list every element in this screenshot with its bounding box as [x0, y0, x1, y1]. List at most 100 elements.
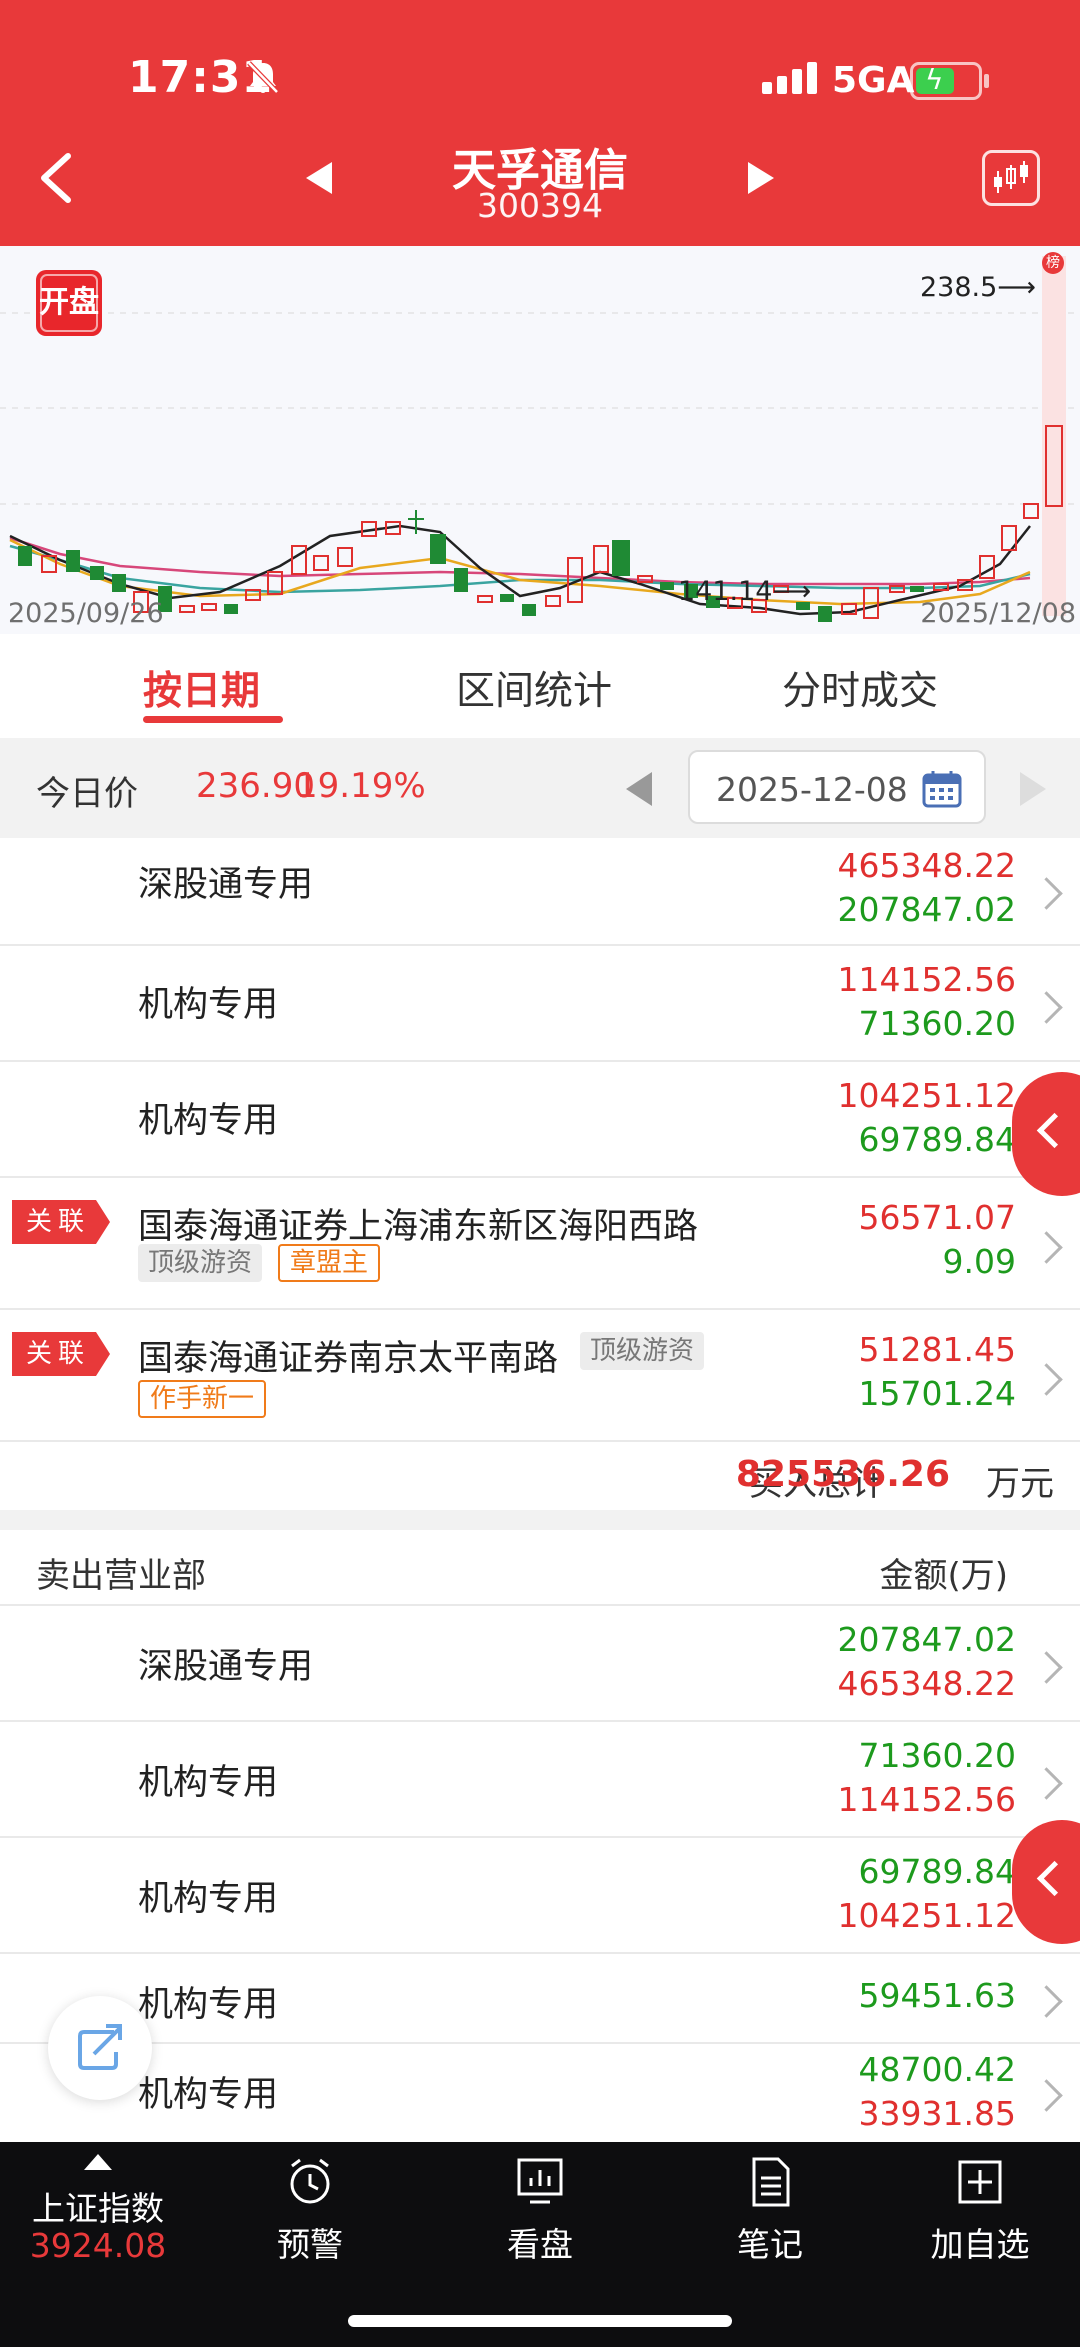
sell-amount: 104251.12: [837, 1896, 1016, 1935]
today-price-label: 今日价: [36, 774, 138, 814]
chart-start-date: 2025/09/26: [8, 598, 164, 629]
nav-label: 笔记: [737, 2225, 803, 2264]
sell-row[interactable]: 机构专用 59451.63: [0, 1954, 1080, 2044]
sell-amount: 114152.56: [837, 1780, 1016, 1819]
tab-tick-trades[interactable]: 分时成交: [782, 660, 938, 716]
chevron-left-icon: [1036, 1112, 1073, 1149]
buy-total-unit: 万元: [986, 1464, 1054, 1504]
buy-amount: 56571.07: [858, 1198, 1016, 1237]
broker-name: 深股通专用: [138, 1647, 314, 1687]
chevron-left-icon: [1036, 1860, 1073, 1897]
kline-svg: [0, 256, 1080, 622]
broker-name: 深股通专用: [138, 865, 314, 905]
kline-toggle-button[interactable]: [982, 150, 1040, 206]
trader-type-pill: 顶级游资: [580, 1332, 705, 1370]
calendar-icon: [922, 771, 962, 808]
sell-row[interactable]: 深股通专用 207847.02 465348.22: [0, 1606, 1080, 1722]
note-icon: [752, 2157, 790, 2207]
buy-row[interactable]: 机构专用 104251.12 69789.84: [0, 1062, 1080, 1178]
tab-by-date[interactable]: 按日期: [143, 660, 260, 716]
nav-watch[interactable]: 看盘: [440, 2142, 640, 2282]
chevron-right-icon: [1030, 1231, 1063, 1264]
candlestick-icon: [994, 161, 1028, 193]
sell-amount: 69789.84: [858, 1120, 1016, 1159]
buy-amount: 104251.12: [837, 1076, 1016, 1115]
home-indicator[interactable]: [348, 2315, 732, 2327]
signal-icon: [762, 62, 822, 94]
chevron-right-icon: [1030, 1651, 1063, 1684]
sell-row[interactable]: 机构专用 71360.20 114152.56: [0, 1722, 1080, 1838]
nav-label: 看盘: [507, 2225, 573, 2264]
buy-amount: 71360.20: [858, 1736, 1016, 1775]
prev-stock-icon[interactable]: [302, 158, 336, 198]
next-stock-icon[interactable]: [744, 158, 778, 198]
broker-name: 国泰海通证券上海浦东新区海阳西路: [138, 1207, 699, 1247]
chevron-right-icon: [1030, 877, 1063, 910]
index-name: 上证指数: [32, 2189, 164, 2228]
tab-interval-stats[interactable]: 区间统计: [456, 660, 612, 716]
kline-chart[interactable]: 开盘 2025/09/26 2025/12/08 238.5⟶ 141.14⟶ …: [0, 246, 1080, 634]
back-icon[interactable]: [36, 150, 76, 206]
broker-name: 机构专用: [138, 1763, 279, 1803]
add-square-icon: [958, 2160, 1002, 2204]
trader-name-pill[interactable]: 作手新一: [138, 1380, 267, 1418]
related-tag[interactable]: 关联: [12, 1332, 110, 1376]
buy-row[interactable]: 关联 国泰海通证券上海浦东新区海阳西路 顶级游资 章盟主 56571.07 9.…: [0, 1178, 1080, 1310]
rank-tag[interactable]: 榜: [1042, 252, 1064, 274]
next-date-icon[interactable]: [1020, 772, 1046, 806]
buy-amount: 465348.22: [837, 846, 1016, 885]
side-expand-button[interactable]: [1012, 1072, 1080, 1196]
network-type: 5GA: [832, 60, 915, 101]
related-tag[interactable]: 关联: [12, 1200, 110, 1244]
amount-column-header: 金额(万): [879, 1556, 1008, 1596]
side-expand-button[interactable]: [1012, 1820, 1080, 1944]
nav-add-watchlist[interactable]: 加自选: [880, 2142, 1080, 2282]
broker-name: 机构专用: [138, 1879, 279, 1919]
nav-label: 加自选: [930, 2225, 1030, 2264]
buy-row[interactable]: 关联 国泰海通证券南京太平南路 顶级游资 作手新一 51281.45 15701…: [0, 1310, 1080, 1442]
nav-label: 预警: [277, 2225, 343, 2264]
section-divider: [0, 1510, 1080, 1530]
alarm-clock-icon: [290, 2158, 330, 2204]
today-change-pct: 19.19%: [296, 766, 426, 806]
app-header: 17:31 5GA ϟ 天孚通信 300394: [0, 0, 1080, 246]
stock-code: 300394: [477, 186, 603, 225]
buy-amount: 114152.56: [837, 960, 1016, 999]
sell-row[interactable]: 机构专用 48700.42 33931.85: [0, 2044, 1080, 2142]
sell-amount: 465348.22: [837, 1664, 1016, 1703]
tab-bar: 按日期 区间统计 分时成交: [0, 634, 1080, 738]
trader-name-pill[interactable]: 章盟主: [278, 1244, 381, 1282]
nav-notes[interactable]: 笔记: [670, 2142, 870, 2282]
share-icon: [78, 2024, 122, 2070]
monitor-chart-icon: [517, 2158, 563, 2204]
buy-total-value: 825536.26: [735, 1454, 950, 1495]
buy-amount: 207847.02: [837, 1620, 1016, 1659]
trader-type-pill: 顶级游资: [138, 1244, 263, 1282]
selected-date: 2025-12-08: [716, 770, 908, 809]
price-row: 今日价 236.90 19.19% 2025-12-08: [0, 738, 1080, 838]
buy-total-row: 买入总计 825536.26 万元: [0, 1442, 1080, 1510]
buy-row[interactable]: 深股通专用 465348.22 207847.02: [0, 838, 1080, 946]
chevron-right-icon: [1030, 2079, 1063, 2112]
battery-icon: ϟ: [910, 62, 989, 100]
open-market-badge[interactable]: 开盘: [36, 270, 102, 336]
market-index-button[interactable]: 上证指数 3924.08: [0, 2142, 196, 2282]
high-price-label: 238.5⟶: [920, 272, 1037, 303]
chart-end-date: 2025/12/08: [920, 598, 1076, 629]
share-button[interactable]: [48, 1996, 152, 2100]
buy-amount: 69789.84: [858, 1852, 1016, 1891]
active-tab-indicator: [143, 716, 283, 723]
chevron-right-icon: [1030, 991, 1063, 1024]
sell-section-header: 卖出营业部 金额(万): [0, 1530, 1080, 1606]
nav-alert[interactable]: 预警: [210, 2142, 410, 2282]
sell-row[interactable]: 机构专用 69789.84 104251.12: [0, 1838, 1080, 1954]
low-price-label: 141.14⟶: [678, 576, 812, 607]
buy-row[interactable]: 机构专用 114152.56 71360.20: [0, 946, 1080, 1062]
broker-name: 机构专用: [138, 1985, 279, 2025]
buy-amount: 51281.45: [858, 1330, 1016, 1369]
chevron-right-icon: [1030, 1767, 1063, 1800]
broker-name: 机构专用: [138, 2075, 279, 2115]
broker-name: 机构专用: [138, 985, 279, 1025]
date-picker[interactable]: 2025-12-08: [688, 750, 986, 824]
prev-date-icon[interactable]: [626, 772, 652, 806]
